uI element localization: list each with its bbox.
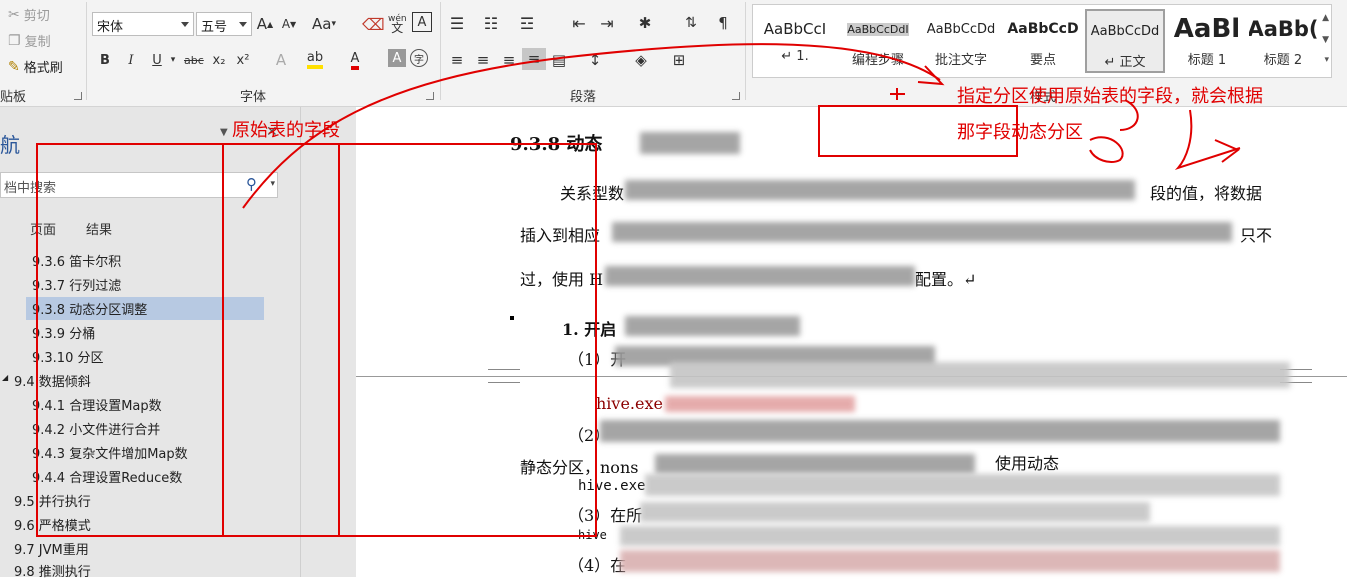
annotation-curve-arrow [242,43,941,209]
annotation-arrow [1174,109,1241,171]
annotation-squiggle [1119,99,1139,131]
annotation-cursor-mark [890,88,905,100]
annotation-strokes [242,43,1241,209]
annotation-squiggle [1089,136,1124,163]
